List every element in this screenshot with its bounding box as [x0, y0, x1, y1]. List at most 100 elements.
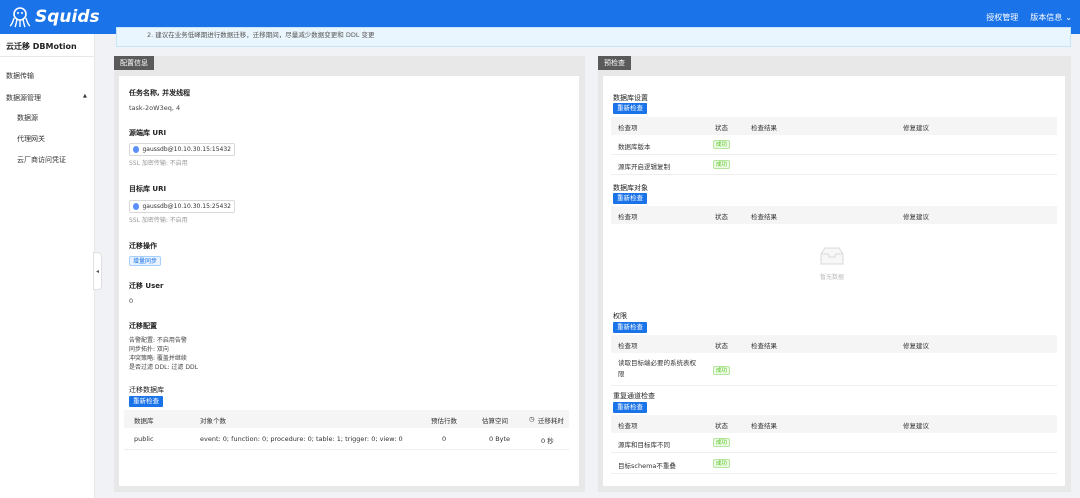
col-status: 状态: [715, 213, 728, 221]
migration-op-tag: 增量同步: [129, 256, 162, 266]
recheck-channel-button[interactable]: 重新检查: [613, 402, 647, 413]
source-uri-label: 源端库 URI: [129, 129, 167, 137]
col-status: 状态: [715, 422, 728, 430]
octopus-icon: [9, 7, 31, 28]
recheck-permissions-button[interactable]: 重新检查: [613, 322, 647, 333]
chevron-down-icon[interactable]: ⌄: [1065, 13, 1072, 22]
clock-icon: ◷: [529, 415, 535, 423]
notice-bar: 2. 建议在业务低峰期进行数据迁移，迁移期间，尽量减少数据变更和 DDL 变更: [116, 27, 1071, 47]
config-ddl-filter: 是否过滤 DDL: 过滤 DDL: [129, 364, 198, 371]
check-item-name: 源库开启逻辑复制: [618, 163, 670, 171]
check-item-name: 源库和目标库不同: [618, 441, 670, 449]
table-row: 源库和目标库不同 成功: [611, 433, 1057, 453]
source-uri: gaussdb@10.10.30.15:15432: [142, 146, 231, 153]
precheck-panel-tag: 预检查: [598, 56, 631, 70]
table-row: 读取目标端必要的系统表权限 成功: [611, 353, 1057, 386]
task-label: 任务名称, 并发线程: [129, 89, 191, 97]
target-uri: gaussdb@10.10.30.15:25432: [142, 203, 231, 210]
menu-version[interactable]: 版本信息: [1030, 12, 1062, 23]
col-database: 数据库: [134, 417, 154, 425]
col-result: 检查结果: [751, 422, 777, 430]
status-badge: 成功: [713, 140, 731, 149]
col-fix: 修复建议: [903, 422, 929, 430]
col-fix: 修复建议: [903, 124, 929, 132]
empty-box-icon: [820, 247, 844, 265]
col-duration: 迁移耗时: [538, 417, 564, 425]
db-table-header: 数据库 对象个数 预估行数 估算空间 ◷ 迁移耗时: [124, 410, 569, 428]
check-item-name: 数据库版本: [618, 143, 651, 151]
config-alert: 告警配置: 不启用告警: [129, 337, 187, 344]
chevron-up-icon[interactable]: ▲: [83, 93, 87, 99]
col-check-item: 检查项: [618, 422, 638, 430]
database-icon: [133, 203, 140, 210]
sidebar-item-cloud-credential[interactable]: 云厂商访问凭证: [17, 155, 66, 165]
sidebar-item-data-transfer[interactable]: 数据传输: [6, 71, 34, 81]
target-uri-label: 目标库 URI: [129, 185, 167, 193]
migration-config-label: 迁移配置: [129, 322, 157, 330]
table-row: 源库开启逻辑复制 成功: [611, 155, 1057, 175]
col-fix: 修复建议: [903, 213, 929, 221]
section-channel-check: 重复通道检查: [613, 392, 655, 400]
col-status: 状态: [715, 342, 728, 350]
sidebar-divider: [0, 56, 95, 57]
table-row: 目标schema不重叠 成功: [611, 454, 1057, 474]
table-row: public event: 0; function: 0; procedure:…: [124, 428, 569, 450]
brand-logo[interactable]: Squids: [8, 5, 100, 29]
recheck-db-objects-button[interactable]: 重新检查: [613, 193, 647, 204]
source-ssl: SSL 加密传输: 不启用: [129, 160, 188, 167]
check-item-name: 读取目标端必要的系统表权限: [618, 359, 696, 378]
col-result: 检查结果: [751, 342, 777, 350]
migration-user-value: 0: [129, 297, 134, 305]
source-uri-box: gaussdb@10.10.30.15:15432: [129, 143, 235, 156]
col-objects: 对象个数: [200, 417, 226, 425]
config-panel-tag: 配置信息: [114, 56, 154, 70]
sidebar-item-datasource[interactable]: 数据源: [17, 113, 38, 123]
col-est-space: 估算空间: [482, 417, 508, 425]
col-check-item: 检查项: [618, 342, 638, 350]
status-badge: 成功: [713, 160, 731, 169]
row-objects: event: 0; function: 0; procedure: 0; tab…: [200, 435, 403, 443]
migration-op-label: 迁移操作: [129, 242, 157, 250]
table-row: 数据库版本 成功: [611, 135, 1057, 155]
sidebar-collapse-button[interactable]: ◂: [93, 252, 102, 290]
precheck-header: 检查项 状态 检查结果 修复建议: [611, 117, 1057, 135]
section-db-objects: 数据库对象: [613, 184, 648, 192]
config-conflict: 冲突策略: 覆盖并继续: [129, 355, 187, 362]
check-item-name: 目标schema不重叠: [618, 462, 676, 470]
col-status: 状态: [715, 124, 728, 132]
col-result: 检查结果: [751, 213, 777, 221]
precheck-header: 检查项 状态 检查结果 修复建议: [611, 206, 1057, 224]
task-value: task-2oW3eq, 4: [129, 104, 181, 112]
sidebar-item-proxy-gateway[interactable]: 代理网关: [17, 134, 45, 144]
section-db-settings: 数据库设置: [613, 94, 648, 102]
config-topology: 同步拓扑: 双向: [129, 346, 169, 353]
precheck-panel: 预检查 数据库设置 重新检查 检查项 状态 检查结果 修复建议 数据库版本 成功…: [598, 56, 1071, 492]
migration-user-label: 迁移 User: [129, 282, 164, 290]
target-uri-box: gaussdb@10.10.30.15:25432: [129, 200, 235, 213]
section-permissions: 权限: [613, 312, 627, 320]
precheck-header: 检查项 状态 检查结果 修复建议: [611, 335, 1057, 353]
migration-db-section: 迁移数据库: [129, 386, 164, 394]
menu-license[interactable]: 授权管理: [986, 12, 1018, 23]
col-check-item: 检查项: [618, 213, 638, 221]
brand-name: Squids: [35, 7, 100, 27]
sidebar: 云迁移 DBMotion 数据传输 数据源管理 ▲ 数据源 代理网关 云厂商访问…: [0, 34, 95, 498]
col-est-rows: 预估行数: [431, 417, 457, 425]
col-fix: 修复建议: [903, 342, 929, 350]
status-badge: 成功: [713, 459, 731, 468]
row-duration: 0 秒: [541, 437, 554, 445]
target-ssl: SSL 加密传输: 不启用: [129, 217, 188, 224]
status-badge: 成功: [713, 438, 731, 447]
precheck-header: 检查项 状态 检查结果 修复建议: [611, 415, 1057, 433]
sidebar-title: 云迁移 DBMotion: [6, 42, 77, 51]
config-panel: 配置信息 任务名称, 并发线程 task-2oW3eq, 4 源端库 URI g…: [114, 56, 585, 492]
col-result: 检查结果: [751, 124, 777, 132]
col-check-item: 检查项: [618, 124, 638, 132]
status-badge: 成功: [713, 366, 731, 375]
database-icon: [133, 146, 140, 153]
recheck-button[interactable]: 重新检查: [129, 396, 163, 407]
empty-text: 暂无数据: [820, 274, 845, 281]
recheck-db-settings-button[interactable]: 重新检查: [613, 103, 647, 114]
sidebar-item-datasource-mgmt[interactable]: 数据源管理: [6, 93, 41, 103]
row-database: public: [134, 435, 154, 443]
